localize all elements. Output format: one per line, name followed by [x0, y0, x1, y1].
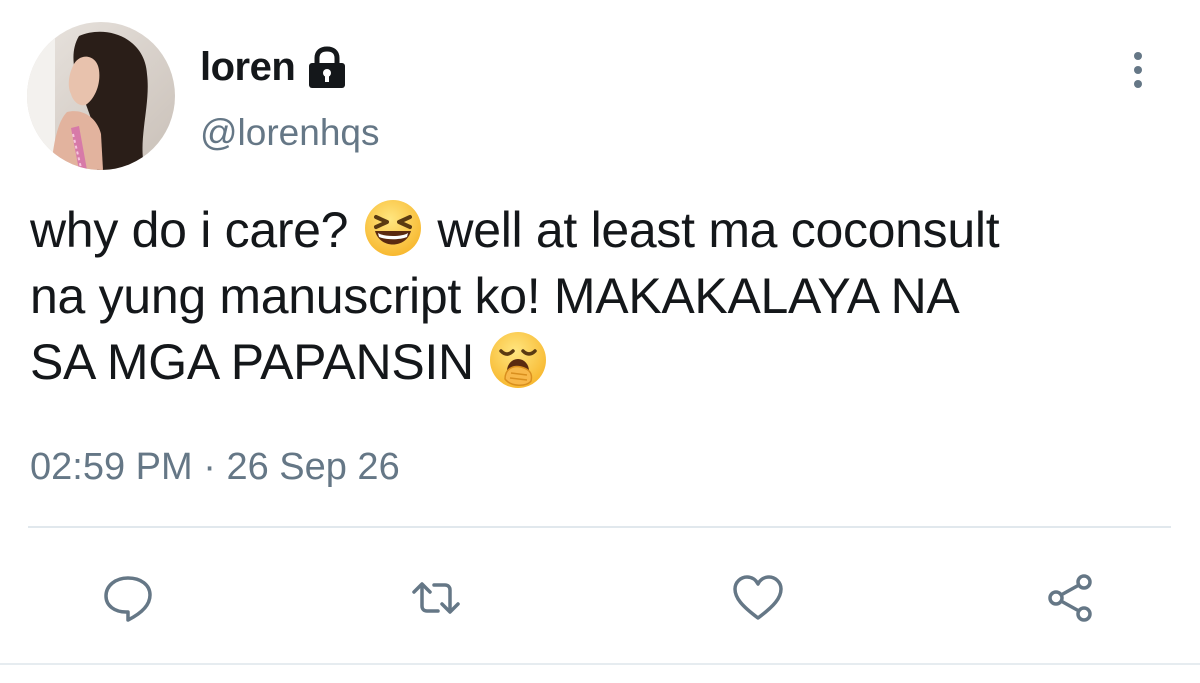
timestamp-separator: · [203, 446, 216, 488]
author-name-row: loren [200, 40, 347, 94]
heart-icon [733, 575, 783, 620]
tweet-date: 26 Sep 26 [226, 446, 400, 488]
share-button[interactable] [1044, 570, 1100, 626]
grinning-squinting-face-emoji-icon [362, 197, 424, 259]
tweet-time: 02:59 PM [30, 446, 193, 488]
more-options-button[interactable] [1118, 46, 1158, 94]
avatar[interactable] [27, 22, 175, 170]
more-dot [1134, 66, 1142, 74]
speech-bubble-icon [104, 576, 152, 622]
bottom-divider [0, 663, 1200, 665]
like-button[interactable] [730, 570, 786, 626]
avatar-image [27, 22, 175, 170]
reply-button[interactable] [100, 570, 156, 626]
tweet-text: why do i care? well at least ma coconsul… [30, 197, 1180, 395]
more-vertical-icon [1134, 52, 1142, 60]
tweet-text-line-4: SA MGA PAPANSIN [30, 334, 474, 390]
lock-icon [307, 46, 347, 90]
more-dot [1134, 80, 1142, 88]
retweet-icon [412, 582, 460, 614]
user-handle[interactable]: @lorenhqs [200, 112, 380, 154]
divider [28, 526, 1171, 528]
tweet-text-line-2: well at least ma coconsult [437, 202, 1000, 258]
tweet-text-line-3: na yung manuscript ko! MAKAKALAYA NA [30, 268, 960, 324]
share-icon [1048, 574, 1092, 622]
tweet-text-line-1: why do i care? [30, 202, 349, 258]
retweet-button[interactable] [408, 570, 464, 626]
display-name[interactable]: loren [200, 45, 296, 90]
tweet-timestamp[interactable]: 02:59 PM · 26 Sep 26 [30, 446, 400, 489]
yawning-face-emoji-icon [487, 329, 549, 391]
